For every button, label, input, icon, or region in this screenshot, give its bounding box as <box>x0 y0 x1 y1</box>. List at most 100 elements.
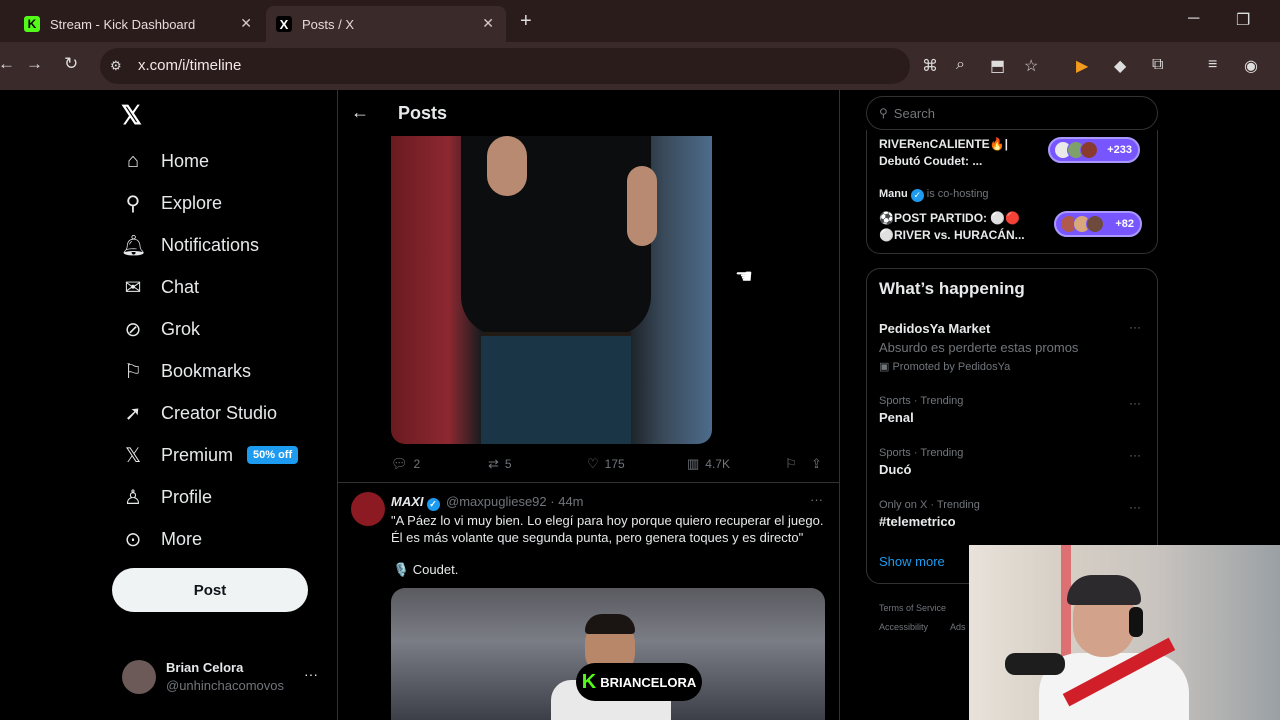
nav-bookmarks[interactable]: ⚐ Bookmarks <box>121 356 251 386</box>
install-icon[interactable]: ⬒ <box>990 56 1005 76</box>
image-figure <box>585 614 635 634</box>
footer-link[interactable]: Accessibility <box>879 622 928 632</box>
share-button[interactable]: ⇪ <box>811 456 828 472</box>
reply-count: 2 <box>413 457 421 471</box>
space-title-line: RIVERenCALIENTE🔥| <box>879 137 1008 151</box>
author-name: MAXI <box>391 494 424 509</box>
nav-notifications[interactable]: 🔔︎ Notifications <box>121 230 259 260</box>
close-tab-icon[interactable]: ✕ <box>240 15 252 32</box>
nav-label: Notifications <box>161 234 260 255</box>
back-icon[interactable]: ← <box>0 54 15 74</box>
puzzle-icon[interactable]: ⧉ <box>1152 56 1163 74</box>
trend-name[interactable]: Ducó <box>879 462 912 477</box>
post-author[interactable]: MAXI ✓ <box>391 494 440 511</box>
account-switcher[interactable]: Brian Celora @unhinchacomovos ··· <box>120 658 320 698</box>
space-listeners-pill[interactable]: +233 <box>1048 137 1140 163</box>
image-figure <box>481 336 631 444</box>
repost-button[interactable]: ⇄ 5 <box>488 456 512 472</box>
zoom-icon[interactable]: ⌕ <box>956 56 965 74</box>
author-handle: @maxpugliese92 <box>446 494 547 509</box>
listener-avatars <box>1054 141 1098 159</box>
url-text[interactable]: x.com/i/timeline <box>138 57 241 74</box>
bell-icon: 🔔︎ <box>121 234 147 257</box>
more-options-icon[interactable]: ··· <box>810 492 823 507</box>
tab-bar: K Stream - Kick Dashboard ✕ X Posts / X … <box>0 0 1280 42</box>
account-handle: @unhinchacomovos <box>166 678 284 693</box>
tab-title: Stream - Kick Dashboard <box>50 16 196 32</box>
bookmark-button[interactable]: ⚐ <box>785 456 803 472</box>
post-image[interactable] <box>391 136 712 444</box>
more-options-icon[interactable]: ··· <box>1129 500 1141 514</box>
tab-posts-x[interactable]: X Posts / X ✕ <box>266 6 506 42</box>
space-listeners-pill[interactable]: +82 <box>1054 211 1142 237</box>
translate-icon[interactable]: ⌘ <box>922 56 938 76</box>
nav-label: Premium <box>161 444 234 465</box>
search-input[interactable]: ⚲ Search <box>866 96 1158 130</box>
host-suffix: is co-hosting <box>926 188 989 200</box>
page-title: Posts <box>398 103 448 123</box>
nav-label: Profile <box>161 486 213 507</box>
nav-label: Creator Studio <box>161 402 278 423</box>
restore-icon[interactable]: ❐ <box>1236 10 1250 30</box>
trend-name[interactable]: #telemetrico <box>879 514 956 529</box>
nav-label: Chat <box>161 276 200 297</box>
reload-icon[interactable]: ↻ <box>64 54 78 74</box>
like-button[interactable]: ♡ 175 <box>587 456 625 472</box>
views-button[interactable]: ▥ 4.7K <box>687 456 730 472</box>
nav-chat[interactable]: ✉ Chat <box>121 272 199 302</box>
microphone-icon <box>1005 653 1065 675</box>
space-title-line: Debutó Coudet: ... <box>879 154 983 168</box>
share-icon: ⇪ <box>811 456 822 471</box>
cam-person <box>1129 607 1143 637</box>
nav-more[interactable]: ⊙ More <box>121 524 202 554</box>
back-arrow-icon[interactable]: ← <box>351 102 369 123</box>
promoted-trend-desc: Absurdo es perderte estas promos <box>879 340 1079 355</box>
footer-link[interactable]: Ads <box>950 622 966 632</box>
post-button[interactable]: Post <box>112 568 308 612</box>
play-extension-icon[interactable]: ▶ <box>1076 56 1088 76</box>
site-settings-icon[interactable]: ⚙ <box>110 58 122 74</box>
profile-avatar-icon[interactable]: ◉ <box>1244 56 1258 76</box>
nav-label: Grok <box>161 318 201 339</box>
avatar[interactable] <box>351 492 385 526</box>
show-more-link[interactable]: Show more <box>879 554 945 569</box>
verified-icon: ✓ <box>910 189 924 202</box>
more-options-icon[interactable]: ··· <box>304 666 318 682</box>
new-tab-icon[interactable]: + <box>520 10 532 33</box>
promoted-trend-name[interactable]: PedidosYa Market <box>879 321 990 336</box>
minimize-icon[interactable]: ─ <box>1188 10 1199 28</box>
nav-profile[interactable]: ♙ Profile <box>121 482 212 512</box>
reply-button[interactable]: 💬︎ 2 <box>391 456 420 472</box>
nav-creator-studio[interactable]: ➚ Creator Studio <box>121 398 277 428</box>
space-title[interactable]: RIVERenCALIENTE🔥| Debutó Coudet: ... <box>879 136 1008 170</box>
more-options-icon[interactable]: ··· <box>1129 320 1141 334</box>
media-control-icon[interactable]: ≡ <box>1208 56 1217 74</box>
post-divider <box>338 482 839 483</box>
repost-icon: ⇄ <box>488 456 499 471</box>
x-logo-icon[interactable]: 𝕏 <box>121 100 142 131</box>
space-title[interactable]: ⚽POST PARTIDO: ⚪🔴 ⚪RIVER vs. HURACÁN... <box>879 210 1025 244</box>
close-tab-icon[interactable]: ✕ <box>482 15 494 32</box>
footer-link[interactable]: Terms of Service <box>879 603 946 613</box>
kick-username: BRIANCELORA <box>600 674 697 690</box>
space-title-line: ⚪RIVER vs. HURACÁN... <box>879 228 1025 242</box>
nav-home[interactable]: ⌂ Home <box>121 146 209 176</box>
post-subtext: 🎙️ Coudet. <box>393 562 459 577</box>
forward-icon[interactable]: → <box>26 54 43 74</box>
tab-kick-dashboard[interactable]: K Stream - Kick Dashboard ✕ <box>14 6 264 42</box>
post-handle-time[interactable]: @maxpugliese92 · 44m <box>446 494 584 509</box>
nav-premium[interactable]: 𝕏 Premium 50% off <box>121 440 299 470</box>
mail-icon: ✉ <box>124 276 142 299</box>
trend-name[interactable]: Penal <box>879 410 914 425</box>
more-options-icon[interactable]: ··· <box>1129 396 1141 410</box>
verified-icon: ✓ <box>426 498 440 511</box>
avatar <box>122 660 156 694</box>
promoted-by: Promoted by PedidosYa <box>892 361 1011 373</box>
nav-grok[interactable]: ⊘ Grok <box>121 314 200 344</box>
extension-icon[interactable]: ◆ <box>1114 56 1126 76</box>
nav-explore[interactable]: ⚲ Explore <box>121 188 222 218</box>
bookmark-star-icon[interactable]: ☆ <box>1024 56 1038 76</box>
trend-category: Sports · Trending <box>879 395 964 407</box>
more-options-icon[interactable]: ··· <box>1129 448 1141 462</box>
whats-happening-title: What’s happening <box>879 279 1025 298</box>
